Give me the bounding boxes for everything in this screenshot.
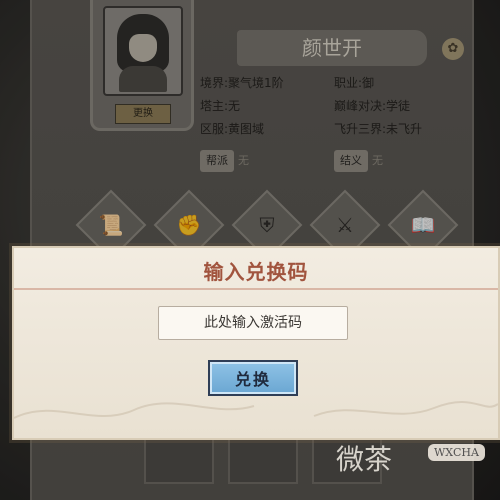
redeem-code-input[interactable] [158, 306, 348, 340]
watermark: 微茶 WXCHA [336, 438, 500, 480]
redeem-button[interactable]: 兑换 [208, 360, 298, 396]
dialog-title: 输入兑换码 [203, 260, 309, 284]
watermark-badge: WXCHA [428, 444, 485, 461]
dialog-header: 输入兑换码 [14, 248, 498, 290]
watermark-text: 微茶 [336, 443, 393, 476]
redeem-code-dialog: 输入兑换码 兑换 [12, 246, 500, 440]
